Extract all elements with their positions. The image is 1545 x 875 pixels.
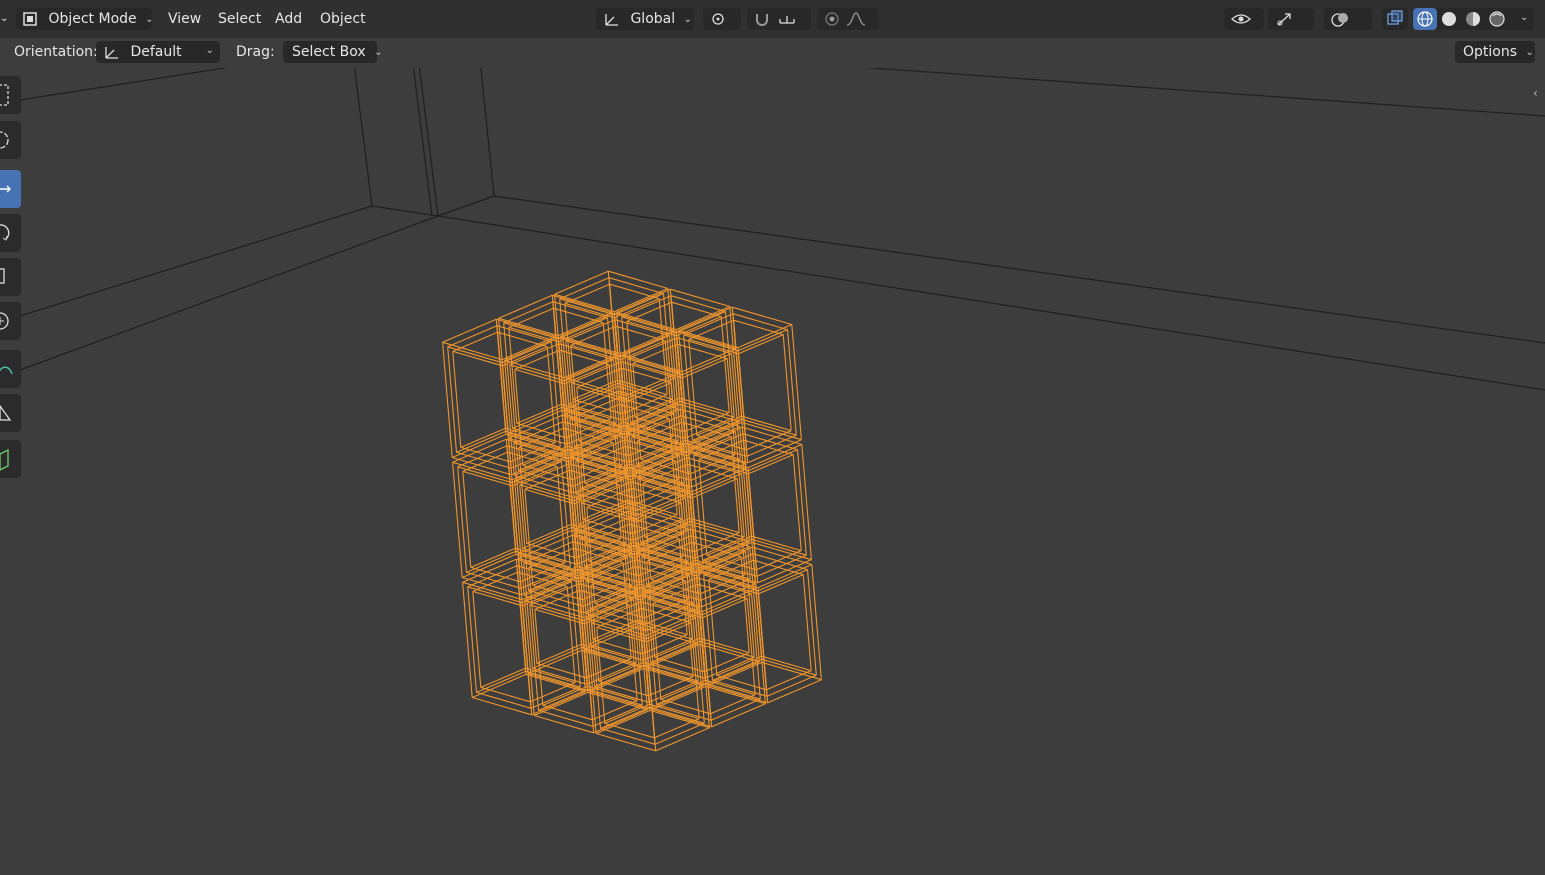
options-dropdown[interactable]: Options ⌄ — [1455, 41, 1535, 63]
snapping-group[interactable] — [747, 8, 811, 30]
snap-increment-icon — [779, 16, 796, 24]
tool-rotate[interactable] — [0, 214, 21, 252]
chevron-down-icon[interactable]: ⌄ — [1520, 7, 1528, 29]
tool-cursor[interactable] — [0, 121, 21, 159]
wireframe-cube-grid[interactable] — [442, 270, 822, 752]
object-mode-icon — [23, 12, 37, 26]
sidebar-toggle-chevron-icon[interactable]: ‹ — [1533, 86, 1538, 100]
3d-viewport[interactable] — [0, 0, 1545, 875]
drag-label: Drag: — [236, 44, 275, 60]
gizmo-icon — [1277, 13, 1291, 26]
tool-add-cube[interactable] — [0, 440, 21, 478]
menu-object[interactable]: Object — [320, 8, 366, 30]
proportional-editing-group[interactable] — [817, 8, 879, 30]
overlays-icon — [1331, 13, 1348, 27]
solid-shading-icon[interactable] — [1438, 8, 1460, 30]
material-shading-icon[interactable] — [1462, 8, 1484, 30]
axes-icon — [605, 14, 618, 26]
falloff-curve-icon — [847, 12, 866, 26]
viewport-scene — [19, 39, 1545, 752]
drag-dropdown[interactable]: Select Box ⌄ — [283, 41, 383, 63]
chevron-down-icon: ⌄ — [205, 45, 214, 56]
menu-view[interactable]: View — [168, 8, 201, 30]
transform-orientation-dropdown[interactable]: Global ⌄ — [596, 8, 694, 30]
tool-transform[interactable] — [0, 302, 21, 340]
overlays-dropdown[interactable] — [1324, 8, 1372, 30]
tool-select-box[interactable] — [0, 76, 21, 114]
tool-measure[interactable] — [0, 394, 21, 432]
mode-label: Object Mode — [48, 11, 137, 27]
pivot-icon — [712, 13, 724, 25]
transform-orientation-label: Global — [630, 11, 676, 27]
orientation-label: Orientation: — [14, 44, 98, 60]
tool-settings-bar: Orientation: Default ⌄ Drag: Select Box … — [0, 38, 1545, 68]
tool-scale[interactable] — [0, 258, 21, 296]
xray-toggle[interactable] — [1382, 8, 1408, 30]
tool-annotate[interactable] — [0, 350, 21, 388]
viewport-header: ⌄ Object Mode ⌄ View Select Add Object G… — [0, 0, 1545, 38]
scale-icon — [0, 268, 5, 284]
rotate-icon — [0, 224, 10, 241]
options-label: Options — [1463, 44, 1518, 60]
magnet-icon — [756, 14, 768, 26]
shading-mode-group[interactable]: ⌄ — [1412, 8, 1534, 30]
drag-value: Select Box — [292, 44, 366, 60]
editor-type-chevron-icon[interactable]: ⌄ — [0, 8, 8, 30]
gizmo-dropdown[interactable] — [1268, 8, 1314, 30]
visibility-dropdown[interactable] — [1224, 8, 1264, 30]
move-arrows-icon — [0, 185, 11, 193]
room-edges — [19, 39, 1545, 391]
select-box-icon — [0, 84, 9, 106]
menu-add[interactable]: Add — [275, 8, 302, 30]
wireframe-shading-icon[interactable] — [1414, 8, 1436, 30]
axes-icon — [105, 47, 118, 59]
pivot-point-dropdown[interactable] — [703, 8, 741, 30]
xray-icon — [1387, 10, 1403, 25]
annotate-icon — [0, 366, 13, 375]
mode-dropdown[interactable]: Object Mode ⌄ — [16, 8, 154, 30]
proportional-edit-icon — [825, 12, 839, 26]
add-cube-icon — [0, 448, 9, 471]
chevron-down-icon: ⌄ — [683, 14, 692, 25]
orientation-value: Default — [130, 44, 182, 60]
menu-select[interactable]: Select — [218, 8, 261, 30]
transform-icon — [0, 312, 9, 330]
tool-move[interactable] — [0, 170, 21, 208]
orientation-dropdown[interactable]: Default ⌄ — [96, 41, 220, 63]
measure-icon — [0, 404, 12, 421]
eye-icon — [1231, 14, 1251, 24]
chevron-down-icon: ⌄ — [374, 47, 383, 58]
cursor-icon — [0, 131, 9, 149]
chevron-down-icon: ⌄ — [145, 14, 154, 25]
rendered-shading-icon[interactable] — [1486, 8, 1508, 30]
chevron-down-icon: ⌄ — [1525, 47, 1534, 58]
